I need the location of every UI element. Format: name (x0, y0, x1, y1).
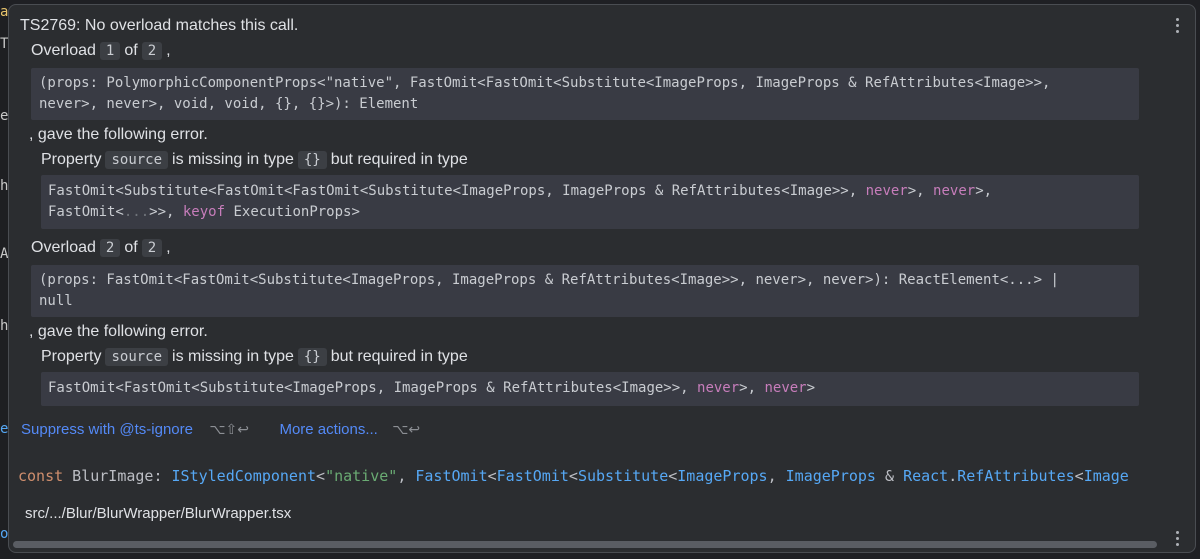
code-text: >, (907, 183, 934, 199)
code-text: BlurImage: (63, 467, 172, 485)
keyword-never: never (697, 380, 740, 396)
signature-line: never>, never>, void, void, {}, {}>): El… (39, 96, 419, 112)
keyword-never: never (764, 380, 807, 396)
overload-total-chip: 2 (141, 239, 163, 257)
type-chip: {} (297, 151, 327, 169)
missing-text: is missing in type (172, 348, 294, 365)
property-label: Property (41, 348, 102, 365)
required-type-block: FastOmit<Substitute<FastOmit<FastOmit<Su… (41, 175, 1139, 229)
overload-label: Overload (31, 42, 96, 59)
overload-signature-block: (props: PolymorphicComponentProps<"nativ… (31, 68, 1139, 120)
code-text: , (767, 467, 786, 485)
code-text: , (397, 467, 416, 485)
code-text: < (568, 467, 578, 485)
gave-error-text: , gave the following error. (29, 126, 208, 143)
type-link[interactable]: Substitute (578, 467, 668, 485)
type-link[interactable]: ImageProps (786, 467, 876, 485)
type-link[interactable]: FastOmit (497, 467, 569, 485)
code-text: < (1074, 467, 1084, 485)
overload-index-chip: 1 (99, 42, 121, 60)
property-name-chip: source (105, 348, 169, 366)
type-link[interactable]: Image (1084, 467, 1129, 485)
property-label: Property (41, 151, 102, 168)
code-text: >, (739, 380, 765, 396)
code-text: FastOmit<FastOmit<Substitute<ImageProps,… (48, 380, 698, 396)
type-link[interactable]: React (903, 467, 948, 485)
overload-total-chip: 2 (141, 42, 163, 60)
code-text: FastOmit< (48, 204, 124, 220)
more-options-icon[interactable] (1176, 18, 1180, 34)
overload-index-chip: 2 (99, 239, 121, 257)
more-options-icon[interactable] (1176, 531, 1180, 547)
required-type-line: FastOmit<FastOmit<Substitute<ImageProps,… (48, 378, 1139, 399)
gave-error-text: , gave the following error. (29, 323, 208, 340)
code-text: > (806, 380, 816, 396)
keyword-never: never (865, 183, 908, 199)
type-link[interactable]: RefAttributes (957, 467, 1074, 485)
required-type-block: FastOmit<FastOmit<Substitute<ImageProps,… (41, 372, 1139, 406)
string-literal: "native" (325, 467, 398, 485)
suppress-shortcut: ⌥⇧↩ (209, 421, 250, 437)
required-type-line: FastOmit<...>>, keyof ExecutionProps> (48, 202, 1139, 223)
type-link[interactable]: ImageProps (677, 467, 767, 485)
keyword-const: const (18, 467, 64, 485)
signature-line: (props: FastOmit<FastOmit<Substitute<Ima… (39, 272, 1059, 288)
declaration-line: const BlurImage: IStyledComponent<"nativ… (18, 467, 1129, 485)
more-actions-shortcut: ⌥↩ (392, 421, 421, 437)
signature-line: null (39, 293, 73, 309)
more-actions-link[interactable]: More actions... (279, 421, 377, 438)
property-name-chip: source (105, 151, 169, 169)
signature-line: (props: PolymorphicComponentProps<"nativ… (39, 75, 1051, 91)
property-missing-line: Property source is missing in type{} but re… (41, 348, 468, 366)
code-text: & (875, 467, 904, 485)
suppress-ts-ignore-link[interactable]: Suppress with @ts-ignore (21, 421, 193, 438)
horizontal-scrollbar[interactable] (13, 541, 1157, 548)
overload-comma: , (166, 42, 171, 59)
type-chip: {} (297, 348, 327, 366)
code-text: . (948, 467, 958, 485)
overload-signature-block: (props: FastOmit<FastOmit<Substitute<Ima… (31, 265, 1139, 317)
keyword-never: never (933, 183, 976, 199)
error-title: TS2769: No overload matches this call. (20, 17, 299, 34)
type-link[interactable]: IStyledComponent (172, 467, 317, 485)
keyword-keyof: keyof (182, 204, 226, 220)
code-text: < (668, 467, 678, 485)
required-type-line: FastOmit<Substitute<FastOmit<FastOmit<Su… (48, 181, 1139, 202)
missing-text: is missing in type (172, 151, 294, 168)
type-link[interactable]: FastOmit (415, 467, 487, 485)
code-text: >, (975, 183, 993, 199)
overload-header: Overload 1 of 2, (31, 42, 171, 60)
error-tooltip-popup: TS2769: No overload matches this call. O… (8, 4, 1196, 553)
overload-comma: , (166, 239, 171, 256)
overload-of: of (124, 42, 138, 59)
code-text: < (487, 467, 497, 485)
overload-label: Overload (31, 239, 96, 256)
property-missing-line: Property source is missing in type{} but re… (41, 151, 468, 169)
code-text: < (316, 467, 326, 485)
code-text: ExecutionProps> (225, 204, 360, 220)
code-text: FastOmit<Substitute<FastOmit<FastOmit<Su… (48, 183, 866, 199)
file-path[interactable]: src/.../Blur/BlurWrapper/BlurWrapper.tsx (25, 505, 291, 522)
collapsed-ellipsis[interactable]: ... (124, 204, 149, 220)
code-text: >>, (149, 204, 183, 220)
actions-row: Suppress with @ts-ignore ⌥⇧↩ More action… (21, 421, 420, 439)
overload-header: Overload 2 of 2, (31, 239, 171, 257)
required-text: but required in type (330, 348, 468, 365)
overload-of: of (124, 239, 138, 256)
required-text: but required in type (330, 151, 468, 168)
